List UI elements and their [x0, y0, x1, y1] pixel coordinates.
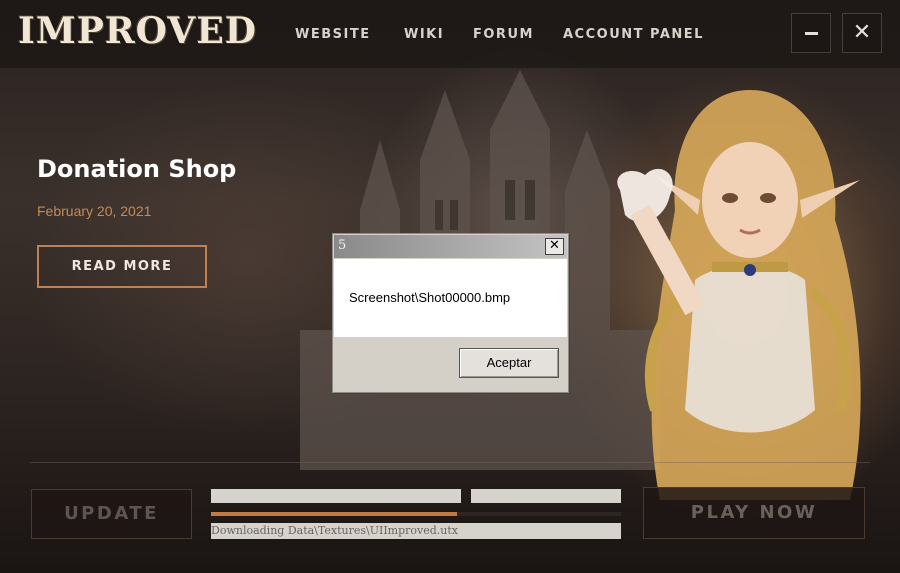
top-bar: IMPROVED WEBSITE WIKI FORUM ACCOUNT PANE…	[0, 0, 900, 68]
download-progress-bar	[211, 512, 621, 516]
close-button[interactable]: ✕	[842, 13, 882, 53]
app-logo: IMPROVED	[18, 10, 257, 52]
close-icon: ✕	[549, 238, 560, 253]
dialog-body: Screenshot\Shot00000.bmp	[334, 259, 567, 337]
dialog-title: 5	[338, 238, 347, 253]
dialog-ok-button[interactable]: Aceptar	[459, 348, 559, 378]
nav-forum-link[interactable]: FORUM	[473, 27, 534, 42]
nav-account-panel-link[interactable]: ACCOUNT PANEL	[563, 27, 704, 42]
dialog-message: Screenshot\Shot00000.bmp	[349, 290, 511, 305]
dialog-title-bar[interactable]: 5 ✕	[334, 235, 567, 258]
read-more-button[interactable]: READ MORE	[37, 245, 207, 288]
nav-website-link[interactable]: WEBSITE	[295, 27, 371, 42]
progress-box-left	[211, 489, 461, 503]
update-button[interactable]: UPDATE	[31, 489, 192, 539]
nav-wiki-link[interactable]: WIKI	[404, 27, 444, 42]
minimize-button[interactable]	[791, 13, 831, 53]
close-icon: ✕	[852, 20, 872, 45]
progress-box-right	[471, 489, 621, 503]
news-title: Donation Shop	[37, 155, 237, 183]
launcher-window: IMPROVED WEBSITE WIKI FORUM ACCOUNT PANE…	[0, 0, 900, 573]
news-date: February 20, 2021	[37, 203, 152, 219]
download-status-text: Downloading Data\Textures\UIImproved.utx	[211, 523, 621, 539]
dialog-close-button[interactable]: ✕	[545, 238, 564, 255]
minimize-icon	[805, 32, 818, 35]
download-progress-fill	[211, 512, 457, 516]
divider	[30, 462, 870, 463]
play-now-button[interactable]: PLAY NOW	[643, 487, 865, 539]
elf-character-art	[617, 90, 861, 500]
message-dialog: 5 ✕ Screenshot\Shot00000.bmp Aceptar	[332, 233, 569, 393]
